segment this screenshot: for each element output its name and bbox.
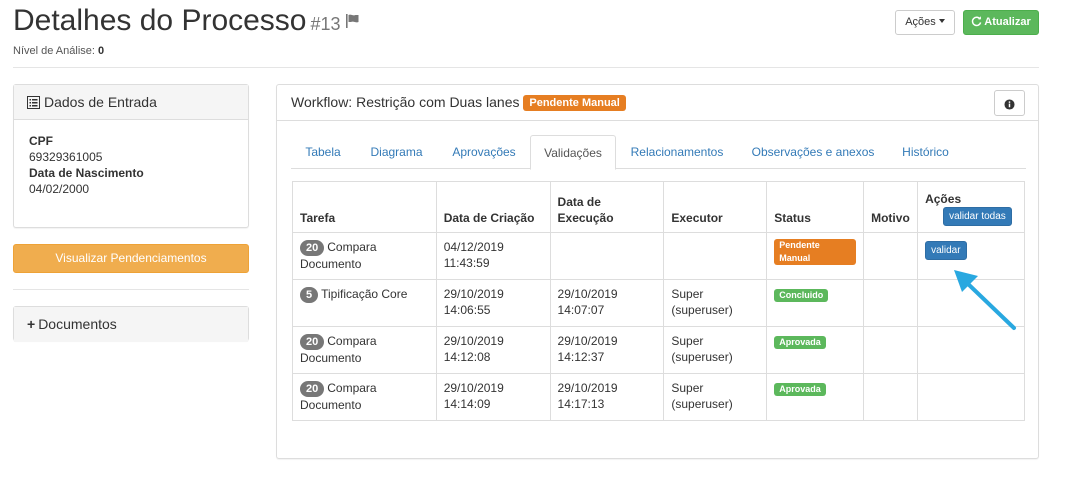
workflow-panel: Workflow: Restrição com Duas lanes Pende… [276,84,1039,459]
executed-cell: 29/10/2019 14:12:37 [549,326,665,374]
tab-observacoes-anexos[interactable]: Observações e anexos [738,135,888,169]
tab-relacionamentos[interactable]: Relacionamentos [616,135,738,169]
column-header-executed: Data de Execução [549,181,665,233]
column-header-executor: Executor [663,181,768,233]
task-cell: 5 Tipificação Core [292,279,437,327]
actions-dropdown-button[interactable]: Ações [895,10,955,35]
entry-data-panel: Dados de Entrada CPF 69329361005 Data de… [13,84,249,228]
column-header-actions: Ações validar todas [917,181,1025,233]
task-cell: 20 Compara Documento [292,373,437,421]
status-badge: Concluido [774,289,829,302]
cpf-value: 69329361005 [29,150,103,164]
task-count-badge: 5 [300,287,319,303]
page-title-text: Detalhes do Processo [13,4,307,37]
refresh-label: Atualizar [984,16,1031,28]
executor-cell [663,232,768,280]
actions-label: Ações [905,16,936,28]
documents-panel[interactable]: + Documentos [13,306,249,342]
left-divider [13,289,249,290]
created-cell: 29/10/2019 14:12:08 [435,326,551,374]
reason-cell [863,326,919,374]
workflow-header: Workflow: Restrição com Duas lanes Pende… [277,85,1038,121]
column-header-reason: Motivo [863,181,919,233]
entry-data-panel-header: Dados de Entrada [14,85,248,120]
task-cell: 20 Compara Documento [292,232,437,280]
executor-cell: Super (superuser) [663,279,768,327]
refresh-button[interactable]: Atualizar [963,10,1039,35]
view-pendencies-button[interactable]: Visualizar Pendenciamentos [13,244,249,273]
column-header-task: Tarefa [292,181,437,233]
birth-date-label: Data de Nascimento [29,166,144,180]
created-cell: 04/12/2019 11:43:59 [435,232,551,280]
reason-cell [863,232,919,280]
status-badge: Pendente Manual [774,239,857,265]
status-badge: Aprovada [774,336,826,349]
table-row: 20 Compara Documento 04/12/2019 11:43:59 … [292,232,1025,280]
task-count-badge: 20 [300,381,325,397]
entry-data-title: Dados de Entrada [44,94,157,110]
executor-cell: Super (superuser) [663,373,768,421]
validations-table: Tarefa Data de Criação Data de Execução … [292,181,1025,421]
caret-down-icon [938,19,945,23]
birth-date-value: 04/02/2000 [29,182,90,196]
column-header-created: Data de Criação [435,181,551,233]
validate-button[interactable]: validar [925,241,967,260]
status-badge: Aprovada [774,383,826,396]
documents-panel-header[interactable]: + Documentos [14,307,248,342]
process-id: #13 [310,14,341,34]
list-icon [27,87,40,121]
workflow-tabs: Tabela Diagrama Aprovações Validações Re… [291,135,1026,170]
tab-tabela[interactable]: Tabela [291,135,355,169]
table-row: 20 Compara Documento 29/10/2019 14:12:08 … [292,326,1025,374]
validate-all-button[interactable]: validar todas [943,207,1012,226]
analysis-level-label: Nível de Análise: [13,45,95,57]
status-cell: Pendente Manual [766,232,865,280]
refresh-icon [971,16,984,28]
status-cell: Aprovada [766,326,865,374]
task-count-badge: 20 [300,334,325,350]
table-header-row: Tarefa Data de Criação Data de Execução … [292,181,1025,233]
status-cell: Aprovada [766,373,865,421]
info-button[interactable] [994,90,1025,116]
header-divider [13,67,1039,68]
actions-cell [917,373,1025,421]
actions-header-label: Ações [925,192,962,206]
table-row: 5 Tipificação Core 29/10/2019 14:06:55 29… [292,279,1025,327]
entry-data-body: CPF 69329361005 Data de Nascimento 04/02… [14,120,248,210]
executed-cell [549,232,665,280]
created-cell: 29/10/2019 14:06:55 [435,279,551,327]
task-name: Tipificação Core [321,287,408,301]
task-count-badge: 20 [300,240,325,256]
analysis-level: Nível de Análise: 0 [13,45,104,57]
status-cell: Concluido [766,279,865,327]
tab-aprovacoes[interactable]: Aprovações [438,135,530,169]
reason-cell [863,373,919,421]
tab-diagrama[interactable]: Diagrama [355,135,438,169]
task-cell: 20 Compara Documento [292,326,437,374]
tab-historico[interactable]: Histórico [888,135,963,169]
tab-validacoes[interactable]: Validações [530,135,616,170]
info-icon [1004,95,1015,111]
table-row: 20 Compara Documento 29/10/2019 14:14:09 … [292,373,1025,421]
flag-icon[interactable] [345,2,361,38]
executor-cell: Super (superuser) [663,326,768,374]
created-cell: 29/10/2019 14:14:09 [435,373,551,421]
annotation-arrow-icon [954,270,1016,330]
column-header-status: Status [766,181,865,233]
executed-cell: 29/10/2019 14:07:07 [549,279,665,327]
plus-icon: + [27,316,36,332]
workflow-status-badge: Pendente Manual [523,95,626,111]
page-title: Detalhes do Processo #13 [13,2,361,42]
workflow-title: Workflow: Restrição com Duas lanes [291,94,520,110]
cpf-label: CPF [29,134,53,148]
reason-cell [863,279,919,327]
executed-cell: 29/10/2019 14:17:13 [549,373,665,421]
documents-title: Documentos [38,316,117,332]
analysis-level-value: 0 [98,45,105,57]
